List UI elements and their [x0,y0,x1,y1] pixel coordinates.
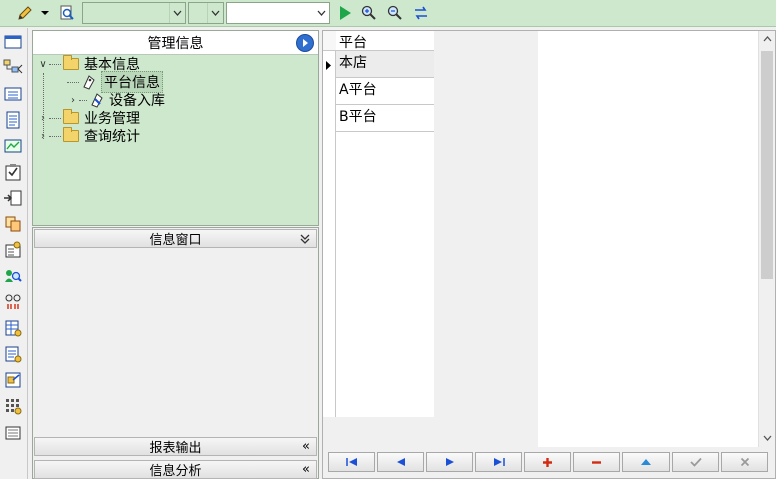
import-icon[interactable] [3,188,23,208]
tree-node-label: 业务管理 [84,111,140,127]
nav-panel-title: 管理信息 [147,35,204,52]
report-output-bar[interactable]: 报表输出 « [34,437,317,456]
tree-node-business[interactable]: › 业务管理 [37,109,140,127]
cancel-record-button[interactable] [721,452,768,472]
folder-icon [63,127,79,142]
detail-area [538,31,758,447]
properties-icon[interactable] [3,240,23,260]
grid-settings-icon[interactable] [3,396,23,416]
tree-node-label: 设备入库 [109,93,165,109]
window-icon[interactable] [3,32,23,52]
vertical-scrollbar[interactable] [758,31,775,447]
current-row-icon [325,59,332,74]
first-icon [345,458,357,466]
data-grid-area: 平台 本店 A平台 B平台 [322,30,776,479]
tree-node-device-stock[interactable]: › 设备入库 [67,91,165,109]
next-icon [445,458,454,466]
delete-record-button[interactable] [573,452,620,472]
tree-guide-line [43,73,44,139]
post-record-button[interactable] [672,452,719,472]
filter-combo-3-value [227,3,313,23]
tree-node-platform-info[interactable]: 平台信息 [67,71,163,93]
chevron-left-double-icon[interactable]: « [302,461,310,478]
report-icon[interactable] [3,344,23,364]
wrench-icon [89,92,105,108]
list-window-icon[interactable] [3,84,23,104]
column-header[interactable]: 平台 [336,31,434,51]
info-window-content [34,249,317,436]
filter-combo-2[interactable] [188,2,224,24]
platform-column: 平台 本店 A平台 B平台 [336,31,434,417]
info-window-bar[interactable]: 信息窗口 [34,229,317,248]
export-icon[interactable] [3,370,23,390]
info-window-title: 信息窗口 [149,233,202,248]
main-toolbar [0,0,776,27]
tree-expand-icon[interactable]: › [67,95,79,106]
find-next-icon[interactable] [384,2,406,24]
chevron-down-icon[interactable] [169,3,185,23]
navigate-circle-icon[interactable] [296,34,314,52]
chart-window-icon[interactable] [3,136,23,156]
filter-combo-1[interactable] [82,2,186,24]
folder-icon [63,55,79,70]
pencil-icon[interactable] [14,2,36,24]
prev-icon [396,458,405,466]
filter-combo-2-value [189,3,207,23]
edit-record-button[interactable] [622,452,670,472]
print-icon[interactable] [3,422,23,442]
report-output-title: 报表输出 [149,441,202,456]
next-record-button[interactable] [426,452,473,472]
row-indicator-column [323,31,336,417]
dropdown-arrow-icon[interactable] [38,2,52,24]
last-icon [493,458,505,466]
grid-empty-area [434,31,538,447]
add-record-button[interactable] [524,452,571,472]
scroll-up-icon[interactable] [759,31,776,47]
checklist-icon[interactable] [3,162,23,182]
chevron-down-icon[interactable] [313,3,329,23]
document-icon[interactable] [3,110,23,130]
triangle-up-icon [641,459,651,465]
folder-icon [63,109,79,124]
tree-node-query-stats[interactable]: › 查询统计 [37,127,140,145]
info-analysis-bar[interactable]: 信息分析 « [34,460,317,479]
user-search-icon[interactable] [3,266,23,286]
close-icon [740,457,749,467]
nav-panel: 管理信息 ∨ 基本信息 平台信息 › 设备入库 › 业务管理 › 查询统计 [32,30,319,226]
table-row[interactable]: B平台 [336,105,434,132]
table-settings-icon[interactable] [3,318,23,338]
tag-icon [81,74,97,90]
play-icon[interactable] [334,2,356,24]
link-icon[interactable] [3,292,23,312]
hierarchy-icon[interactable] [3,58,23,78]
scrollbar-thumb[interactable] [761,51,773,279]
info-panel: 信息窗口 报表输出 « 信息分析 « [32,227,319,479]
filter-combo-1-value [83,3,169,23]
refresh-icon[interactable] [410,2,432,24]
left-icon-bar [0,28,28,479]
search-doc-icon[interactable] [56,2,78,24]
chevron-down-icon[interactable] [207,3,223,23]
nav-panel-header: 管理信息 [33,31,318,55]
chevron-left-double-icon[interactable]: « [302,438,310,455]
last-record-button[interactable] [475,452,522,472]
table-row[interactable]: 本店 [336,51,434,78]
minus-icon [592,460,601,464]
record-navigator [328,452,768,472]
find-icon[interactable] [358,2,380,24]
prev-record-button[interactable] [377,452,424,472]
check-icon [689,457,702,467]
first-record-button[interactable] [328,452,375,472]
chevron-down-double-icon[interactable] [300,230,310,249]
filter-combo-3[interactable] [226,2,330,24]
tree-node-label: 查询统计 [84,129,140,145]
info-analysis-title: 信息分析 [149,464,202,479]
copy-icon[interactable] [3,214,23,234]
tree-collapse-icon[interactable]: ∨ [37,59,49,70]
table-row[interactable]: A平台 [336,78,434,105]
plus-icon [543,457,552,467]
scroll-down-icon[interactable] [759,430,776,446]
